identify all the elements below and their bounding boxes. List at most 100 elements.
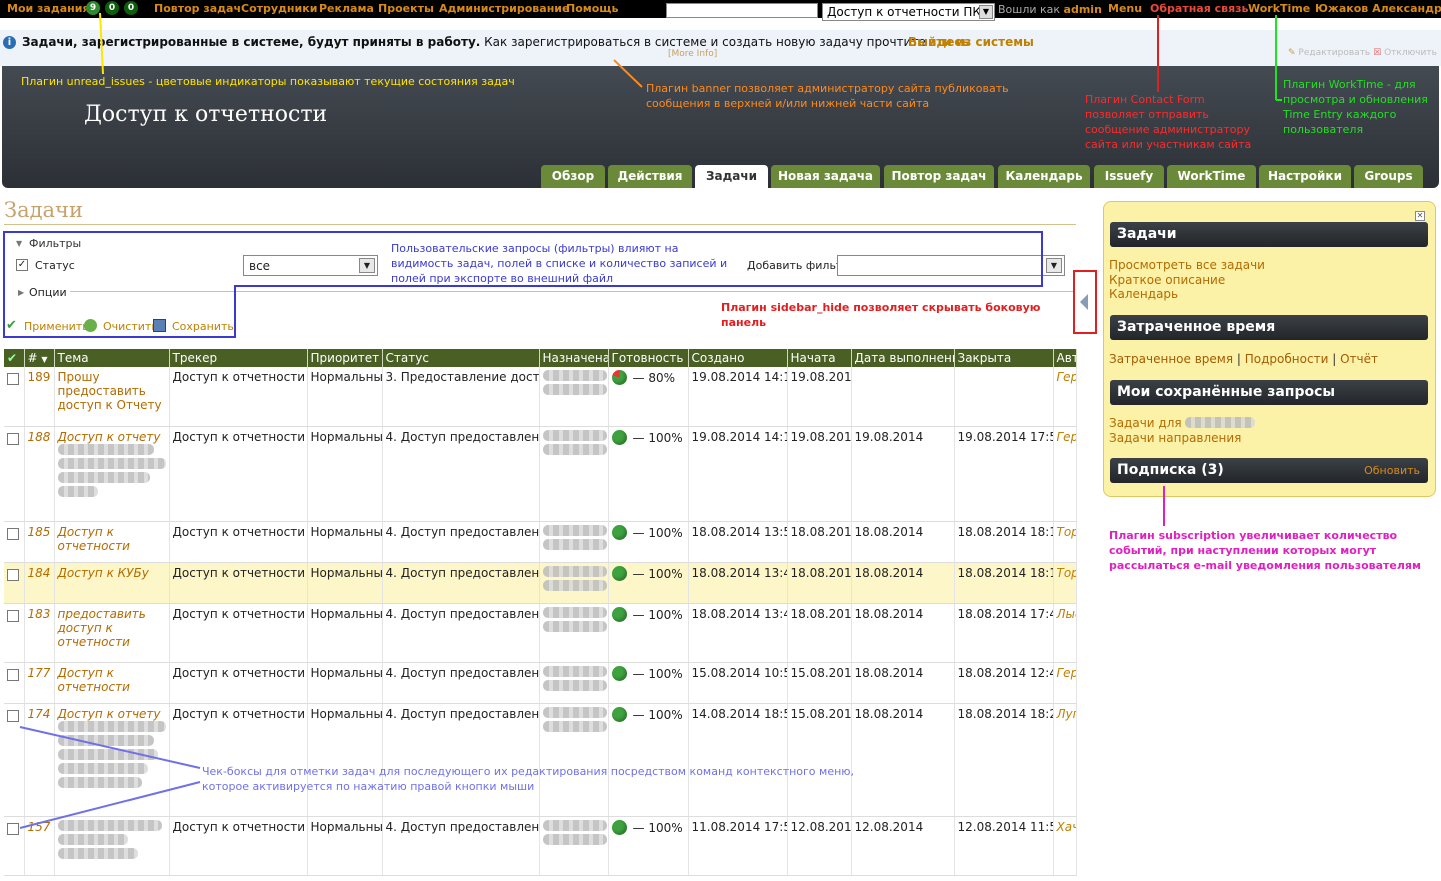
tab-issues[interactable]: Задачи [695, 165, 768, 188]
updated-badge[interactable]: 0 [105, 1, 119, 15]
issue-author[interactable]: Гера [1053, 426, 1077, 522]
tab-settings[interactable]: Настройки [1259, 165, 1351, 188]
add-filter-select[interactable]: ▼ [837, 255, 1065, 276]
issue-id-link[interactable]: 189 [28, 370, 51, 384]
subscription-refresh-link[interactable]: Обновить [1364, 458, 1420, 483]
issue-assignee[interactable] [539, 662, 609, 704]
tab-new-issue[interactable]: Новая задача [771, 165, 880, 188]
sidebar-link-calendar[interactable]: Календарь [1109, 287, 1178, 301]
table-row[interactable]: 185 Доступ к отчетности Доступ к отчетно… [4, 521, 1077, 563]
table-row[interactable]: 183 предоставить доступ к отчетности Дос… [4, 603, 1077, 663]
issue-author[interactable]: Гера [1053, 367, 1077, 427]
project-jump-select[interactable]: Доступ к отчетности ПК ▼ [822, 3, 995, 21]
issue-id-link[interactable]: 183 [28, 607, 51, 621]
issue-subject-link[interactable]: Доступ к отчету [58, 707, 161, 721]
save-query-button[interactable]: Сохранить [172, 320, 234, 333]
issue-subject-link[interactable]: Доступ к отчету [58, 430, 161, 444]
menu-recurring-tasks[interactable]: Повтор задач [154, 2, 241, 15]
sidebar-link-spent-time[interactable]: Затраченное время [1109, 352, 1233, 366]
row-checkbox[interactable] [7, 432, 19, 445]
issue-subject-link[interactable]: Доступ к КУБу [58, 566, 149, 580]
unread-badge[interactable]: 9 [86, 1, 100, 15]
issue-assignee[interactable] [539, 562, 609, 604]
menu-ads[interactable]: Реклама [319, 2, 374, 15]
menu-contact-form[interactable]: Обратная связь [1150, 2, 1249, 15]
table-row[interactable]: 189 Прошу предоставить доступ к Отчету Д… [4, 367, 1077, 427]
issue-author[interactable]: Луга [1053, 703, 1077, 817]
issue-assignee[interactable] [539, 426, 609, 522]
column-header-status[interactable]: Статус [382, 349, 540, 367]
apply-button[interactable]: Применить [24, 320, 89, 333]
banner-disable-link[interactable]: Отключить [1384, 48, 1437, 58]
issue-subject-link[interactable]: Доступ к отчетности [58, 666, 130, 694]
menu-worktime[interactable]: WorkTime [1248, 2, 1310, 15]
banner-edit-link[interactable]: Редактировать [1298, 48, 1370, 58]
sidebar-link-all-issues[interactable]: Просмотреть все задачи [1109, 258, 1265, 272]
menu-employees[interactable]: Сотрудники [241, 2, 317, 15]
logged-as-user[interactable]: admin [1064, 3, 1102, 16]
expand-triangle-icon[interactable]: ▶ [18, 288, 24, 297]
sidebar-link-summary[interactable]: Краткое описание [1109, 273, 1225, 287]
issue-author[interactable]: Торо [1053, 521, 1077, 563]
tab-groups[interactable]: Groups [1354, 165, 1423, 188]
column-header-author[interactable]: Автор [1053, 349, 1077, 367]
table-row[interactable]: 174 Доступ к отчету Доступ к отчетности … [4, 703, 1077, 817]
table-row[interactable]: 177 Доступ к отчетности Доступ к отчетно… [4, 662, 1077, 704]
my-tasks-link[interactable]: Мои задания [7, 2, 90, 15]
row-checkbox[interactable] [7, 709, 19, 722]
toggle-all-checkbox[interactable]: ✔ [4, 349, 25, 367]
status-filter-checkbox[interactable]: ✓ [16, 259, 28, 271]
issue-assignee[interactable] [539, 703, 609, 817]
logout-link[interactable]: Выйти из системы [908, 35, 1034, 49]
table-row[interactable]: 157 Доступ к отчетности Нормальный 4. До… [4, 816, 1077, 876]
column-header-created[interactable]: Создано [688, 349, 788, 367]
row-checkbox[interactable] [7, 822, 19, 835]
tab-calendar[interactable]: Календарь [998, 165, 1090, 188]
issue-subject-link[interactable]: Доступ к отчетности [58, 525, 130, 553]
sidebar-toggle[interactable] [1073, 270, 1097, 334]
table-row[interactable]: 188 Доступ к отчету Доступ к отчетности … [4, 426, 1077, 522]
column-header-due[interactable]: Дата выполнения [851, 349, 955, 367]
sidebar-query-1[interactable]: Задачи для [1109, 416, 1256, 430]
column-header-assignee[interactable]: Назначена [539, 349, 609, 367]
filters-legend[interactable]: Фильтры [29, 237, 81, 250]
row-checkbox[interactable] [7, 373, 19, 385]
close-icon[interactable]: ✕ [1415, 211, 1425, 221]
issue-id-link[interactable]: 185 [28, 525, 51, 539]
row-checkbox[interactable] [7, 668, 19, 681]
status-operator-select[interactable]: все ▼ [243, 255, 378, 276]
sidebar-link-report[interactable]: Отчёт [1340, 352, 1378, 366]
tab-overview[interactable]: Обзор [541, 165, 605, 188]
row-checkbox[interactable] [7, 568, 19, 581]
tab-issuefy[interactable]: Issuefy [1094, 165, 1164, 188]
more-info-link[interactable]: [More Info] [668, 49, 717, 59]
tab-recurring[interactable]: Повтор задач [884, 165, 994, 188]
sidebar-link-details[interactable]: Подробности [1245, 352, 1329, 366]
closed-badge[interactable]: 0 [124, 1, 138, 15]
issue-author[interactable]: Лыс [1053, 603, 1077, 663]
tab-activity[interactable]: Действия [608, 165, 692, 188]
table-row[interactable]: 184 Доступ к КУБу Доступ к отчетности Но… [4, 562, 1077, 604]
issue-assignee[interactable] [539, 816, 609, 876]
tab-worktime[interactable]: WorkTime [1167, 165, 1256, 188]
issue-id-link[interactable]: 157 [28, 820, 51, 834]
issue-assignee[interactable] [539, 367, 609, 427]
issue-subject-link[interactable]: предоставить доступ к отчетности [58, 607, 146, 649]
menu-user-name[interactable]: Южаков Александр [1315, 2, 1441, 15]
row-checkbox[interactable] [7, 527, 19, 540]
menu-menu[interactable]: Menu [1108, 2, 1142, 15]
options-legend[interactable]: Опции [29, 286, 67, 299]
column-header-tracker[interactable]: Трекер [169, 349, 308, 367]
issue-assignee[interactable] [539, 603, 609, 663]
search-input[interactable] [666, 3, 818, 18]
clear-button[interactable]: Очистить [103, 320, 158, 333]
issue-subject-link[interactable]: Прошу предоставить доступ к Отчету [58, 370, 162, 412]
issue-author[interactable]: Гера [1053, 662, 1077, 704]
issue-id-link[interactable]: 177 [28, 666, 51, 680]
issue-assignee[interactable] [539, 521, 609, 563]
issue-id-link[interactable]: 188 [28, 430, 51, 444]
row-checkbox[interactable] [7, 609, 19, 622]
issue-author[interactable]: Хач [1053, 816, 1077, 876]
column-header-start[interactable]: Начата [787, 349, 852, 367]
sidebar-query-2[interactable]: Задачи направления [1109, 431, 1241, 445]
